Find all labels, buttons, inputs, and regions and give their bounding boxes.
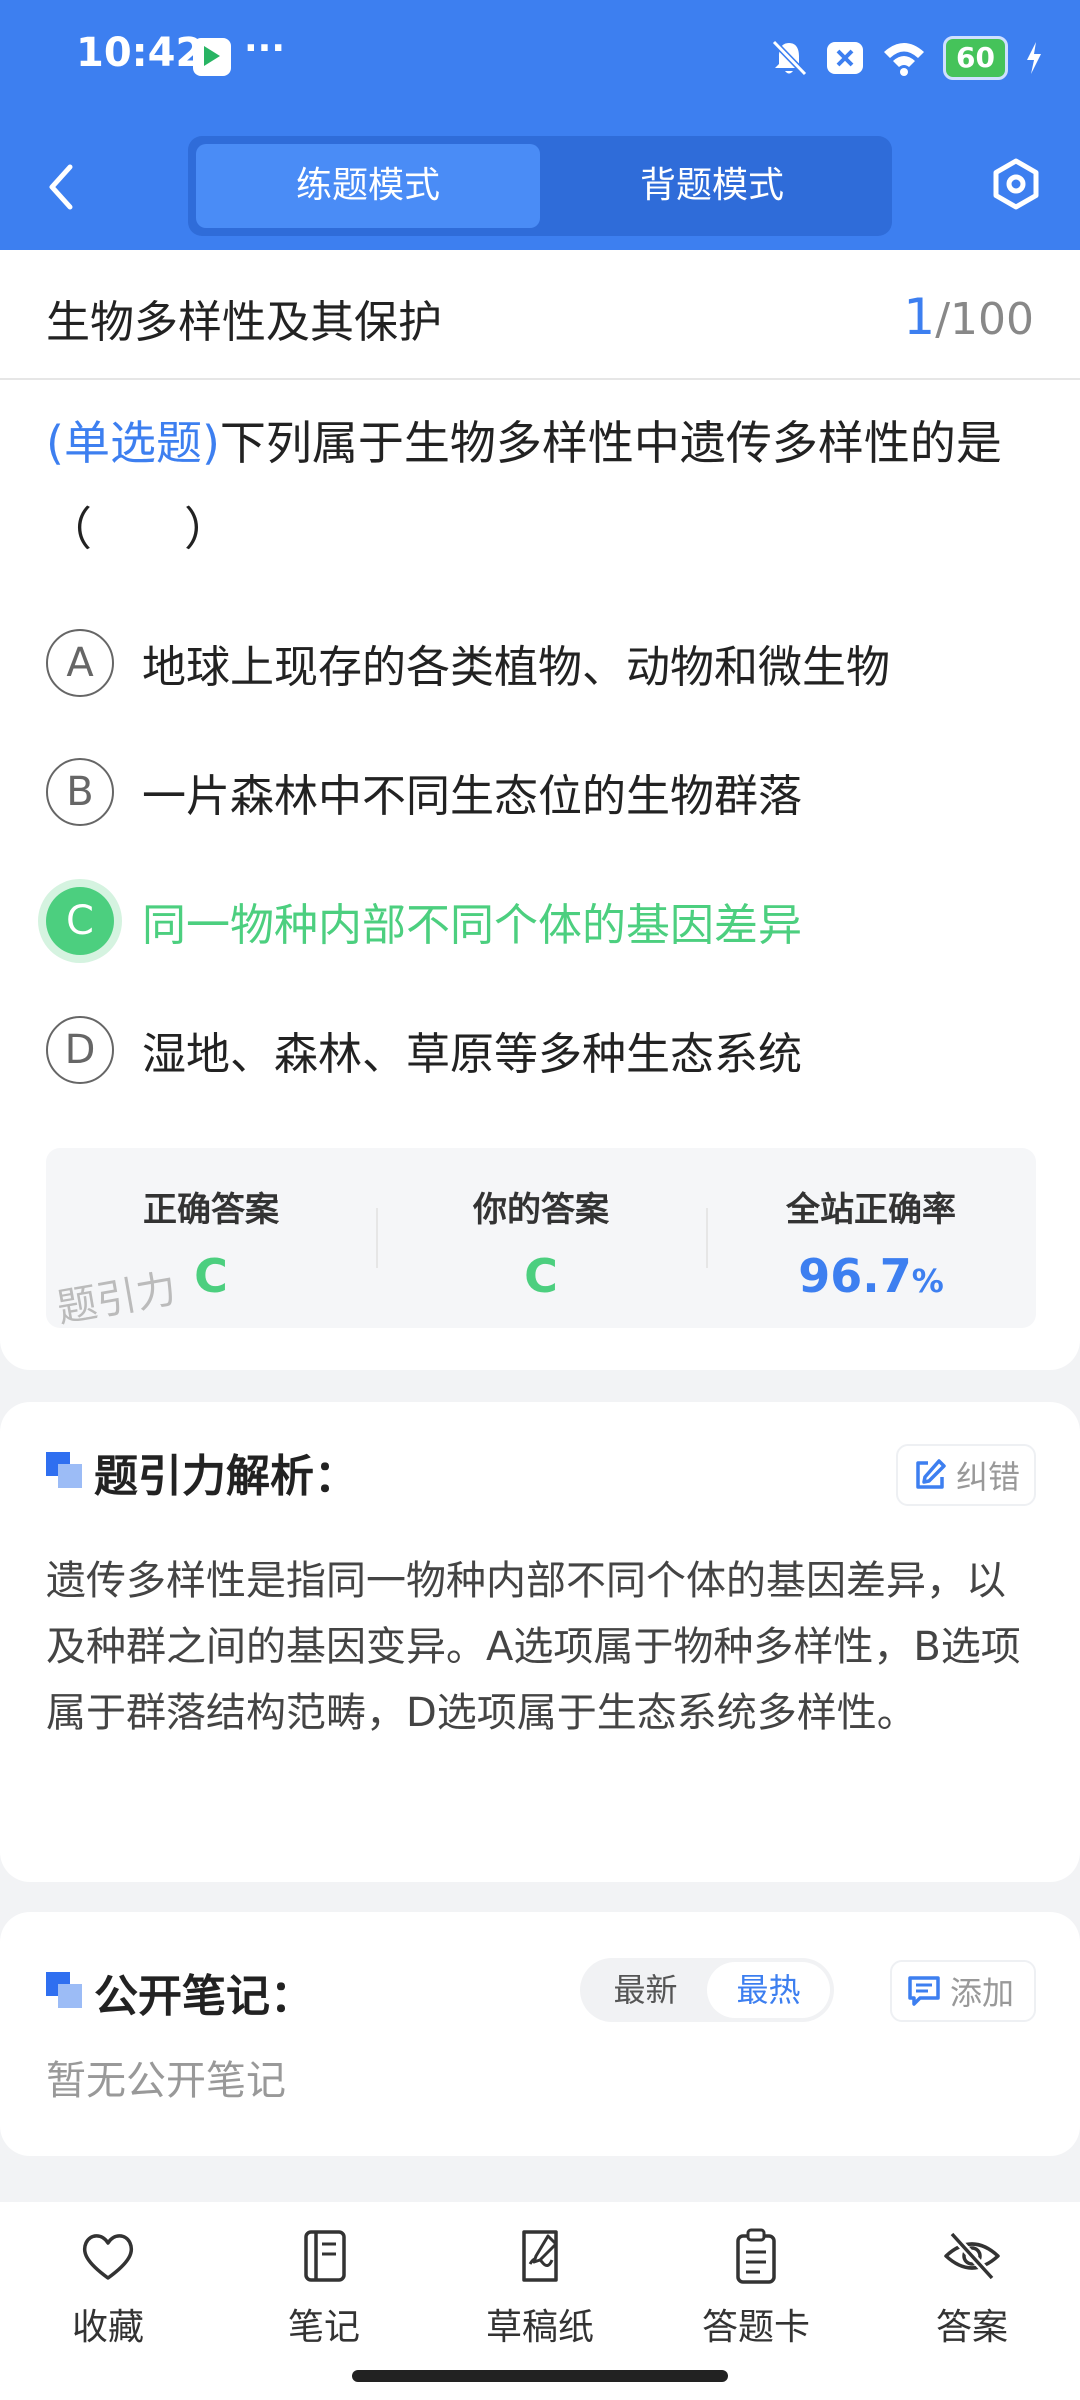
tab-practice-mode[interactable]: 练题模式	[196, 144, 540, 228]
report-error-button[interactable]: 纠错	[896, 1444, 1036, 1506]
public-notes-card: 公开笔记： 最新 最热 添加 暂无公开笔记	[0, 1912, 1080, 2156]
tab-memorize-mode[interactable]: 背题模式	[540, 144, 884, 228]
accuracy-unit: %	[911, 1262, 944, 1300]
accuracy-col: 全站正确率 96.7%	[706, 1148, 1036, 1328]
battery-icon: 60	[943, 36, 1008, 80]
bell-off-icon	[771, 39, 808, 77]
settings-button[interactable]	[990, 158, 1042, 210]
option-b[interactable]: B 一片森林中不同生态位的生物群落	[46, 754, 1046, 830]
accuracy-number: 96.7	[798, 1249, 912, 1303]
accuracy-value: 96.7%	[706, 1249, 1036, 1303]
report-error-label: 纠错	[956, 1458, 1021, 1496]
your-answer-value: C	[524, 1249, 558, 1303]
option-letter: D	[46, 1016, 114, 1084]
draft-paper-label: 草稿纸	[485, 2307, 594, 2348]
option-text: 一片森林中不同生态位的生物群落	[142, 771, 802, 822]
more-notifications-icon: ···	[244, 28, 286, 69]
add-note-button[interactable]: 添加	[890, 1960, 1036, 2022]
your-answer-label: 你的答案	[473, 1190, 609, 1230]
notebook-icon	[304, 2230, 346, 2282]
chapter-title: 生物多样性及其保护	[46, 297, 442, 348]
show-answer-label: 答案	[935, 2307, 1008, 2348]
correct-answer-col: 正确答案 C 题引力	[46, 1148, 376, 1332]
answer-card-label: 答题卡	[701, 2307, 810, 2348]
answer-card-button[interactable]: 答题卡	[686, 2224, 826, 2350]
status-time: 10:42	[76, 30, 204, 76]
analysis-text: 遗传多样性是指同一物种内部不同个体的基因差异，以及种群之间的基因变异。A选项属于…	[46, 1558, 1021, 1736]
answer-card-icon	[736, 2228, 776, 2284]
favorite-button[interactable]: 收藏	[38, 2224, 178, 2350]
section-icon	[46, 1972, 82, 2008]
current-question-number: 1	[903, 288, 936, 346]
your-answer-col: 你的答案 C	[376, 1148, 706, 1328]
app-icon	[193, 38, 231, 76]
home-indicator[interactable]	[352, 2370, 728, 2382]
notes-sort-tabs: 最新 最热	[580, 1958, 834, 2022]
option-letter: B	[46, 758, 114, 826]
option-text: 同一物种内部不同个体的基因差异	[142, 900, 802, 951]
option-text: 地球上现存的各类植物、动物和微生物	[142, 642, 890, 693]
comment-icon	[908, 1976, 940, 2006]
notes-title: 公开笔记：	[94, 1971, 314, 2022]
edit-icon	[916, 1459, 946, 1489]
total-questions: /100	[935, 294, 1034, 345]
charging-icon	[1027, 42, 1041, 74]
draft-paper-button[interactable]: 草稿纸	[470, 2224, 610, 2350]
section-icon	[46, 1452, 82, 1488]
question-stem: (单选题)下列属于生物多样性中遗传多样性的是（ ）	[46, 400, 1036, 572]
chapter-row: 生物多样性及其保护 1/100	[0, 250, 1080, 380]
option-letter: A	[46, 629, 114, 697]
show-answer-button[interactable]: 答案	[902, 2224, 1042, 2350]
favorite-label: 收藏	[71, 2307, 144, 2348]
analysis-title: 题引力解析：	[94, 1451, 358, 1502]
question-card: 生物多样性及其保护 1/100 (单选题)下列属于生物多样性中遗传多样性的是（ …	[0, 250, 1080, 1370]
app-header: 10:42 ··· 60 练题模式 背题模式	[0, 0, 1080, 250]
analysis-card: 题引力解析： 纠错 遗传多样性是指同一物种内部不同个体的基因差异，以及种群之间的…	[0, 1402, 1080, 1882]
notes-button[interactable]: 笔记	[254, 2224, 394, 2350]
correct-answer-label: 正确答案	[143, 1190, 279, 1230]
tab-hottest[interactable]: 最热	[707, 1962, 830, 2018]
question-type: (单选题)	[46, 416, 220, 470]
option-a[interactable]: A 地球上现存的各类植物、动物和微生物	[46, 625, 1046, 701]
option-d[interactable]: D 湿地、森林、草原等多种生态系统	[46, 1012, 1046, 1088]
question-progress: 1/100	[903, 288, 1034, 346]
add-note-label: 添加	[950, 1974, 1015, 2012]
mode-tabs: 练题模式 背题模式	[188, 136, 892, 236]
eye-off-icon	[944, 2231, 1000, 2281]
status-bar: 10:42 ··· 60	[0, 0, 1080, 120]
back-button[interactable]	[40, 157, 88, 217]
option-text: 湿地、森林、草原等多种生态系统	[142, 1029, 802, 1080]
hexagon-settings-icon	[993, 158, 1039, 210]
draft-paper-icon	[522, 2230, 558, 2282]
wifi-icon	[884, 43, 925, 76]
accuracy-label: 全站正确率	[786, 1190, 956, 1230]
option-c[interactable]: C 同一物种内部不同个体的基因差异	[46, 883, 1046, 959]
option-letter: C	[46, 887, 114, 955]
tab-latest[interactable]: 最新	[584, 1962, 707, 2018]
status-icons: 60	[769, 36, 1044, 80]
chevron-left-icon	[49, 164, 73, 210]
close-box-icon	[827, 42, 864, 74]
answer-result-box: 正确答案 C 题引力 你的答案 C 全站正确率 96.7%	[46, 1148, 1036, 1332]
empty-notes-text: 暂无公开笔记	[46, 2058, 286, 2104]
notes-label: 笔记	[287, 2307, 360, 2348]
heart-icon	[82, 2234, 134, 2280]
